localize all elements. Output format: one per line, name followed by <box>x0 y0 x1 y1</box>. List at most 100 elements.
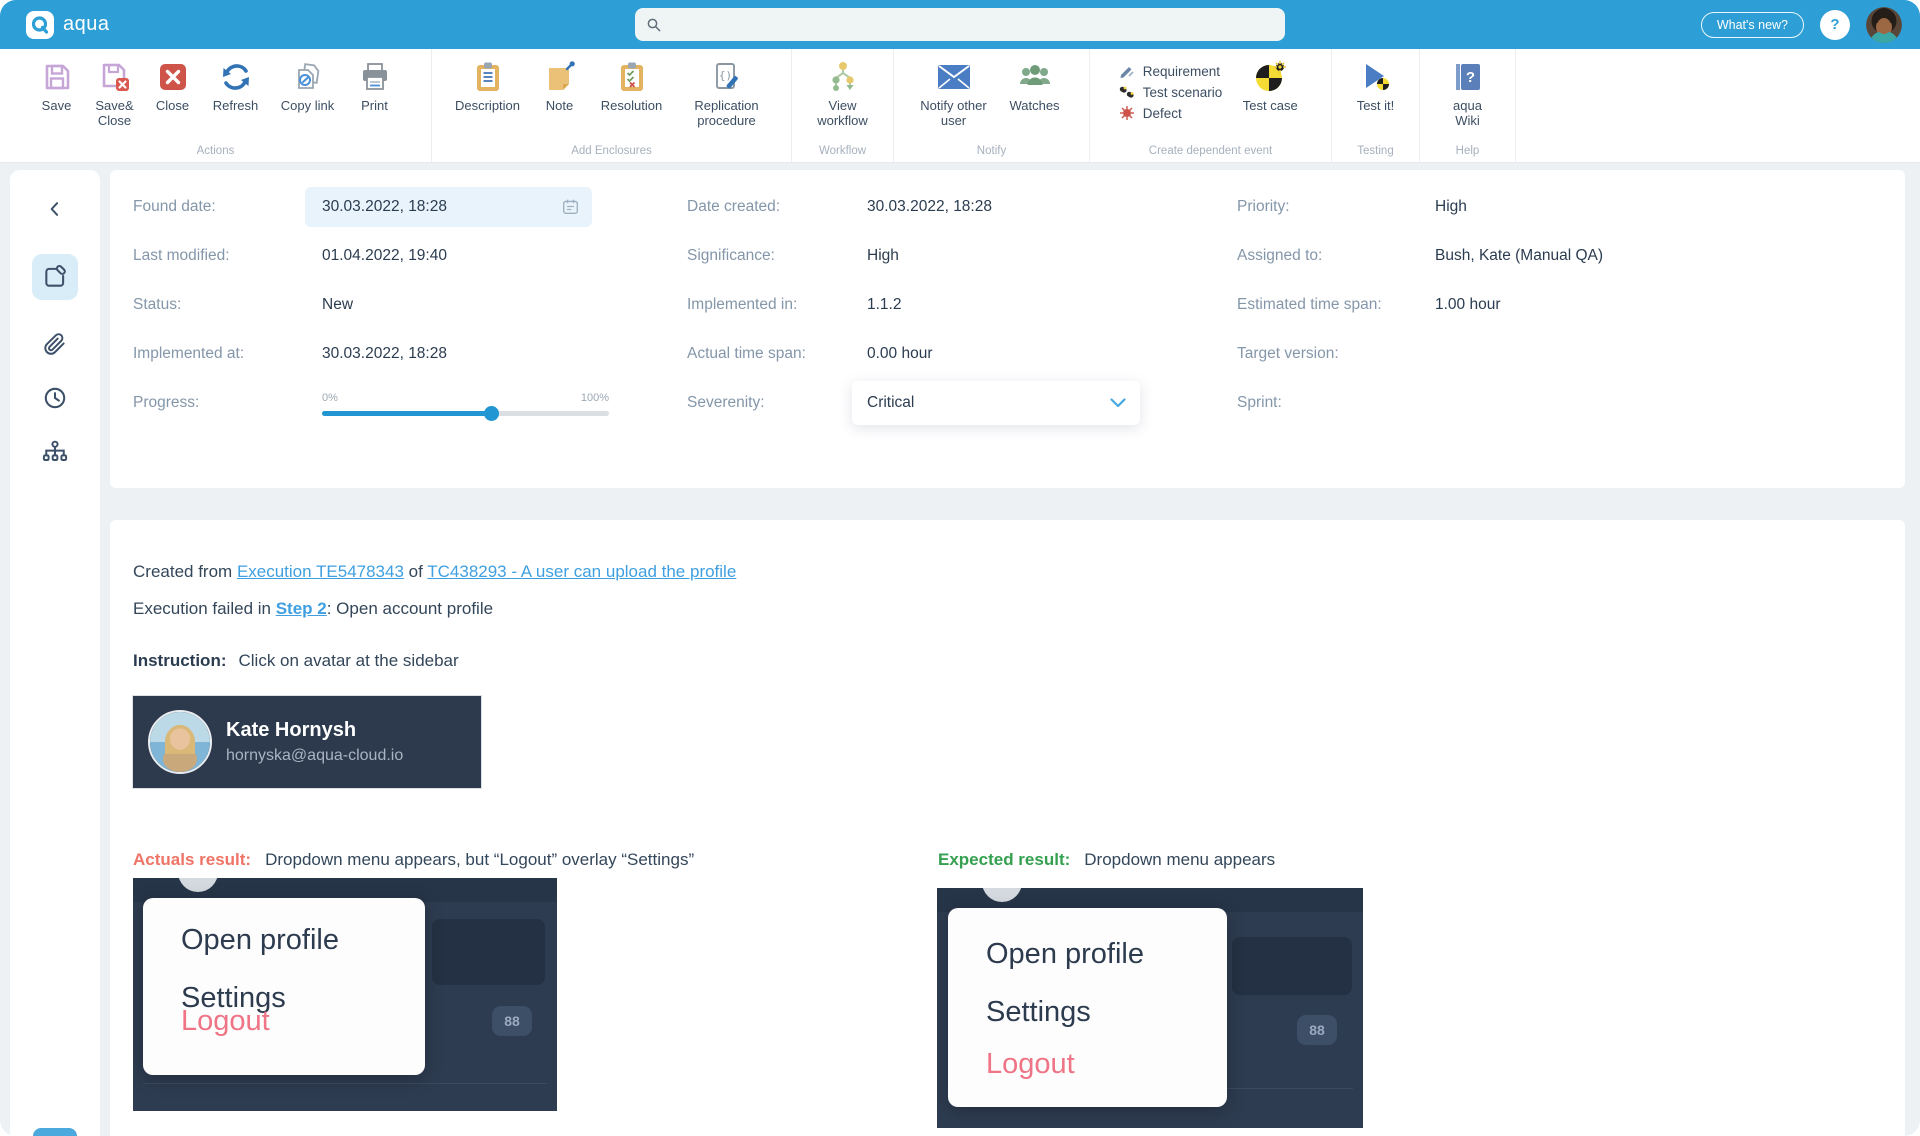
whats-new-button[interactable]: What's new? <box>1700 11 1804 38</box>
description-button[interactable]: Description <box>451 59 525 113</box>
aqua-logo-icon <box>26 10 54 39</box>
field-priority: Priority: High <box>1237 197 1467 215</box>
save-button[interactable]: Save <box>34 59 80 113</box>
fields-column-3: Priority: High Assigned to: Bush, Kate (… <box>1237 182 1797 427</box>
replication-procedure-button[interactable]: {) Replication procedure <box>681 59 773 129</box>
test-case-button[interactable]: Test case <box>1238 59 1302 113</box>
field-last-modified: Last modified: 01.04.2022, 19:40 <box>133 246 447 264</box>
test-case-icon <box>1252 59 1288 95</box>
resolution-icon <box>617 59 647 95</box>
severity-dropdown[interactable]: Critical <box>852 380 1140 425</box>
chevron-down-icon <box>1110 397 1126 407</box>
help-button[interactable]: ? <box>1820 9 1850 40</box>
ribbon-group-label-notify: Notify <box>976 145 1007 157</box>
sidebar-item-hierarchy[interactable] <box>38 436 72 470</box>
sidebar-item-attachments[interactable] <box>39 328 71 360</box>
close-button[interactable]: Close <box>150 59 196 113</box>
ribbon-group-dependent: Requirement Test scenario Defect Test ca… <box>1090 49 1332 162</box>
edit-icon <box>45 264 66 287</box>
menu-item-logout[interactable]: Logout <box>986 1048 1075 1081</box>
requirement-button[interactable]: Requirement <box>1119 63 1223 79</box>
test-it-button[interactable]: Test it! <box>1348 59 1404 113</box>
ribbon-spacer <box>1516 49 1920 162</box>
chevron-left-icon <box>50 202 59 216</box>
found-date-input[interactable]: 30.03.2022, 18:28 <box>305 186 592 227</box>
app-title: aqua <box>63 13 110 35</box>
svg-text:?: ? <box>1465 69 1474 86</box>
item-details-panel: Found date: 30.03.2022, 18:28 Last modif… <box>110 170 1905 488</box>
ribbon-group-testing: Test it! Testing <box>1332 49 1420 162</box>
menu-item-logout[interactable]: Logout <box>181 1005 270 1038</box>
ribbon-group-label-testing: Testing <box>1357 145 1394 157</box>
field-sprint: Sprint: <box>1237 393 1282 411</box>
dropdown-menu: Open profile Settings Logout <box>143 898 425 1075</box>
field-significance: Significance: High <box>687 246 899 264</box>
field-assigned-to: Assigned to: Bush, Kate (Manual QA) <box>1237 246 1603 264</box>
progress-slider: 0% 100% <box>322 390 609 421</box>
actual-result-line: Actuals result: Dropdown menu appears, bu… <box>133 850 695 869</box>
menu-item-open-profile[interactable]: Open profile <box>181 924 339 957</box>
ribbon-group-help: ? aqua Wiki Help <box>1420 49 1516 162</box>
created-from-line: Created from Execution TE5478343 of TC43… <box>133 562 737 581</box>
ribbon-group-actions: Save Save& Close Close Refresh Copy link… <box>0 49 432 162</box>
ribbon-toolbar: Save Save& Close Close Refresh Copy link… <box>0 49 1920 163</box>
svg-text:{): {) <box>718 69 731 82</box>
sidebar-item-history[interactable] <box>39 382 71 414</box>
profile-email: hornyska@aqua-cloud.io <box>226 747 404 764</box>
embedded-profile-screenshot: Kate Hornysh hornyska@aqua-cloud.io <box>132 695 482 789</box>
ribbon-group-label-workflow: Workflow <box>818 145 867 157</box>
defect-button[interactable]: Defect <box>1119 105 1223 121</box>
field-implemented-in: Implemented in: 1.1.2 <box>687 295 902 313</box>
notify-other-user-button[interactable]: Notify other user <box>917 59 991 129</box>
testcase-link[interactable]: TC438293 - A user can upload the profile <box>427 562 736 581</box>
copy-link-button[interactable]: Copy link <box>276 59 340 113</box>
aqua-logo[interactable]: aqua <box>26 10 110 39</box>
progress-thumb[interactable] <box>484 405 500 421</box>
save-close-button[interactable]: Save& Close <box>92 59 138 129</box>
execution-link[interactable]: Execution TE5478343 <box>237 562 404 581</box>
fields-column-1: Found date: 30.03.2022, 18:28 Last modif… <box>133 182 663 427</box>
left-sidebar <box>10 170 100 1136</box>
sidebar-item-edit[interactable] <box>32 254 78 300</box>
kate-avatar-photo <box>150 712 210 772</box>
sidebar-bottom-button-partial[interactable] <box>33 1128 77 1136</box>
view-workflow-icon <box>826 59 860 95</box>
replication-procedure-icon: {) <box>711 59 743 95</box>
aqua-wiki-button[interactable]: ? aqua Wiki <box>1445 59 1491 129</box>
resolution-button[interactable]: Resolution <box>595 59 669 113</box>
collapse-sidebar-button[interactable] <box>40 194 70 224</box>
fields-column-2: Date created: 30.03.2022, 18:28 Signific… <box>687 182 1217 427</box>
view-workflow-button[interactable]: View workflow <box>811 59 875 129</box>
execution-failed-line: Execution failed in Step 2: Open account… <box>133 599 494 618</box>
instruction-line: Instruction: Click on avatar at the sideb… <box>133 651 459 670</box>
menu-item-settings[interactable]: Settings <box>986 996 1091 1029</box>
notification-badge: 88 <box>492 1006 532 1036</box>
test-scenario-button[interactable]: Test scenario <box>1119 84 1222 100</box>
print-button[interactable]: Print <box>352 59 398 113</box>
dependent-event-stack: Requirement Test scenario Defect <box>1119 63 1223 121</box>
copy-link-icon <box>292 59 324 95</box>
note-icon <box>544 59 576 95</box>
field-date-created: Date created: 30.03.2022, 18:28 <box>687 197 992 215</box>
field-severity: Severenity: Critical <box>687 378 1217 427</box>
profile-texts: Kate Hornysh hornyska@aqua-cloud.io <box>226 719 403 765</box>
defect-bug-icon <box>1119 106 1134 120</box>
watches-button[interactable]: Watches <box>1003 59 1067 113</box>
close-icon <box>158 59 188 95</box>
search-input[interactable] <box>671 16 1275 33</box>
progress-track[interactable] <box>322 405 609 421</box>
paperclip-icon <box>44 333 65 355</box>
requirement-icon <box>1120 67 1134 78</box>
refresh-button[interactable]: Refresh <box>208 59 264 113</box>
notification-badge: 88 <box>1297 1015 1337 1045</box>
menu-item-open-profile[interactable]: Open profile <box>986 938 1144 971</box>
note-button[interactable]: Note <box>537 59 583 113</box>
sitemap-icon <box>42 440 68 461</box>
save-icon <box>41 59 73 95</box>
ribbon-group-label-enclosures: Add Enclosures <box>571 145 652 157</box>
global-search[interactable] <box>635 8 1285 41</box>
header-actions: What's new? ? <box>1700 0 1902 49</box>
step-link[interactable]: Step 2 <box>276 599 327 618</box>
user-avatar[interactable] <box>1866 6 1902 43</box>
expected-result-line: Expected result: Dropdown menu appears <box>938 850 1276 869</box>
